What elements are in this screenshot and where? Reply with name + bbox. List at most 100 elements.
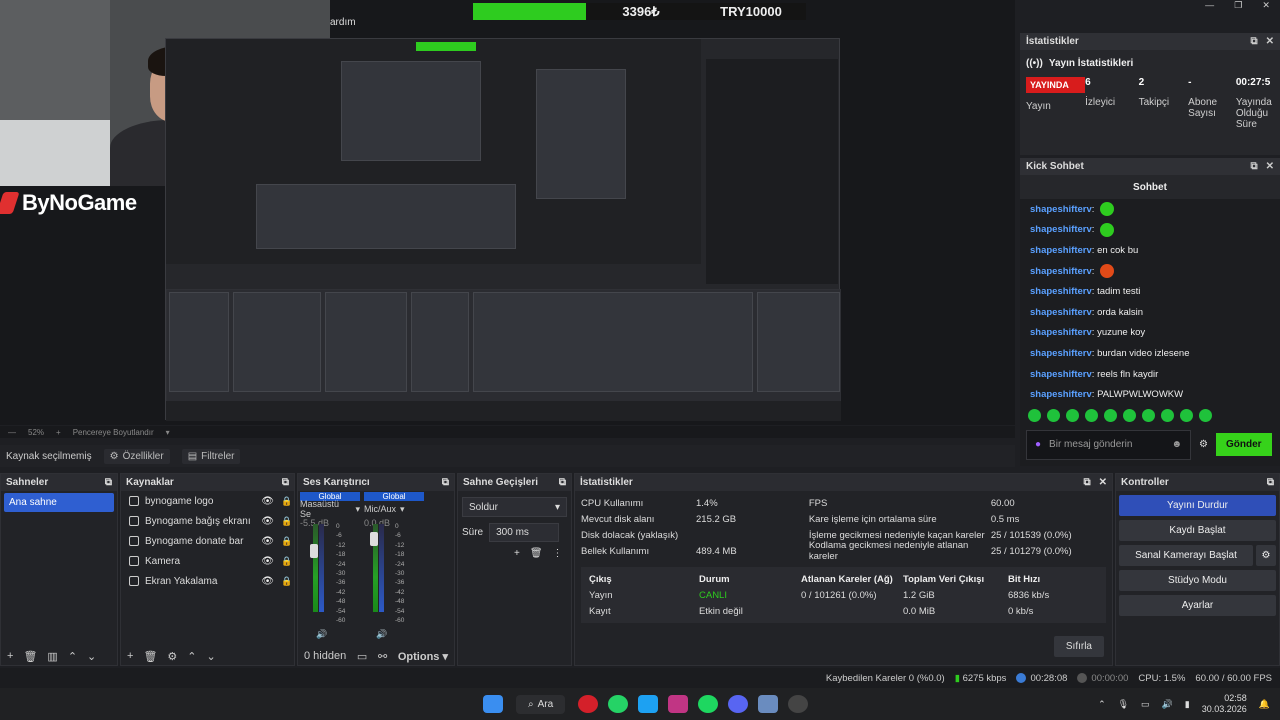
mixer-channel-desktop[interactable]: Global Masaüstü Se ▾ -5.5 dB [300,492,360,632]
virtual-cam-button[interactable]: Sanal Kamerayı Başlat [1119,545,1253,566]
chevron-up-icon[interactable]: ⌃ [1098,699,1106,710]
source-item[interactable]: Ekran Yakalama 👁 🔒 [121,571,294,591]
monitor-icon[interactable]: ▭ [1141,699,1150,710]
undock-icon[interactable]: ⧉ [282,477,289,488]
obs-icon[interactable] [788,695,809,713]
undock-icon[interactable]: ⧉ [1250,161,1257,172]
mic-icon[interactable]: 🎙 [1118,699,1129,710]
close-icon[interactable]: ✕ [1266,36,1274,47]
zoom-level[interactable]: 52% [28,428,44,437]
hidden-count[interactable]: 0 hidden [304,650,346,662]
volume-fader[interactable] [370,532,378,546]
filters-button[interactable]: ▤ Filtreler [181,448,241,464]
layout-icon[interactable]: ▭ [357,650,367,663]
source-item[interactable]: Bynogame bağış ekranı 👁 🔒 [121,511,294,531]
twitter-icon[interactable] [638,695,659,713]
duration-input[interactable]: 300 ms [489,523,560,542]
volume-fader[interactable] [310,544,318,558]
instagram-icon[interactable] [668,695,689,713]
spotify-icon[interactable] [698,695,719,713]
studio-mode-button[interactable]: Stüdyo Modu [1119,570,1276,591]
dock-title: Ses Karıştırıcı [303,477,370,488]
close-window-icon[interactable]: ✕ [1262,0,1270,14]
stream-preview[interactable]: ardım ByNoGame 3396₺ TRY10000 [0,0,1015,425]
scene-item-ana-sahne[interactable]: Ana sahne [4,493,114,512]
move-down-icon[interactable]: ⌄ [87,650,96,663]
clock[interactable]: 02:58 30.03.2026 [1202,693,1247,715]
maximize-icon[interactable]: ❐ [1234,0,1242,14]
emoji-icon[interactable]: ☻ [1171,439,1182,450]
add-icon[interactable]: + [514,548,520,559]
move-up-icon[interactable]: ⌃ [187,650,196,663]
undock-icon[interactable]: ⧉ [559,477,566,488]
transitions-dock: Sahne Geçişleri ⧉ Soldur ▾ Süre 300 ms + 🗑 ⋮ [457,473,572,666]
undock-icon[interactable]: ⧉ [1083,477,1090,488]
eye-icon[interactable]: 👁 [261,496,274,507]
settings-button[interactable]: Ayarlar [1119,595,1276,616]
opera-icon[interactable] [578,695,599,713]
chat-input[interactable]: ● Bir mesaj gönderin ☻ [1026,429,1191,460]
stop-stream-button[interactable]: Yayını Durdur [1119,495,1276,516]
trash-icon[interactable]: 🗑 [23,650,37,663]
eye-icon[interactable]: 👁 [261,556,274,567]
minimize-icon[interactable]: — [1205,0,1214,14]
link-icon[interactable]: ⚯ [378,650,387,663]
whatsapp-icon[interactable] [608,695,629,713]
emote-icon [1100,222,1115,237]
windows-start-icon[interactable] [483,695,503,713]
discord-icon[interactable] [728,695,749,713]
trash-icon[interactable]: 🗑 [143,650,157,663]
source-item[interactable]: Kamera 👁 🔒 [121,551,294,571]
source-item[interactable]: Bynogame donate bar 👁 🔒 [121,531,294,551]
filter-icon[interactable]: ▥ [47,650,57,663]
emote-bar[interactable] [1020,405,1280,426]
speaker-icon[interactable]: 🔊 [376,629,387,640]
duration-label: Süre [462,527,484,538]
properties-button[interactable]: ⚙ Özellikler [103,448,170,464]
speaker-icon[interactable]: 🔊 [316,629,327,640]
more-icon[interactable]: ⋮ [553,548,563,559]
notification-icon[interactable]: 🔔 [1259,699,1270,710]
close-icon[interactable]: ✕ [1266,161,1274,172]
fit-to-window[interactable]: Pencereye Boyutlandır [73,428,154,437]
close-icon[interactable]: ✕ [1099,477,1107,488]
add-icon[interactable]: + [127,650,133,662]
source-item[interactable]: bynogame logo 👁 🔒 [121,491,294,511]
speaker-icon[interactable]: 🔊 [1162,699,1173,710]
mic-icon[interactable]: ● [1035,439,1041,450]
panel-title: Kick Sohbet [1026,161,1084,172]
move-down-icon[interactable]: ⌄ [207,650,216,663]
eye-icon[interactable]: 👁 [261,536,274,547]
lock-icon[interactable]: 🔒 [280,496,294,507]
chat-message-list[interactable]: shapeshifterv: shapeshifterv: shapeshift… [1020,199,1280,405]
undock-icon[interactable]: ⧉ [1267,477,1274,488]
trash-icon[interactable]: 🗑 [530,548,543,559]
eye-icon[interactable]: 👁 [261,576,274,587]
options-button[interactable]: Options ▾ [398,650,448,663]
lock-icon[interactable]: 🔒 [280,516,294,527]
lock-icon[interactable]: 🔒 [280,556,294,567]
undock-icon[interactable]: ⧉ [1250,36,1257,47]
scale-tick: -24 [395,560,405,568]
send-button[interactable]: Gönder [1215,433,1272,457]
transition-select[interactable]: Soldur ▾ [462,497,567,517]
table-header: Toplam Veri Çıkışı [903,573,985,585]
undock-icon[interactable]: ⧉ [105,477,112,488]
table-header: Durum [699,573,730,585]
battery-icon[interactable]: ▮ [1185,699,1190,710]
lock-icon[interactable]: 🔒 [280,576,294,587]
search-box[interactable]: ⌕ Ara [516,694,566,714]
eye-icon[interactable]: 👁 [261,516,274,527]
app-icon[interactable] [758,695,779,713]
gear-icon[interactable]: ⚙ [167,650,177,663]
settings-gear-icon[interactable]: ⚙ [1199,439,1208,450]
lock-icon[interactable]: 🔒 [280,536,294,547]
reset-button[interactable]: Sıfırla [1053,636,1104,657]
start-record-button[interactable]: Kaydı Başlat [1119,520,1276,541]
undock-icon[interactable]: ⧉ [442,477,449,488]
move-up-icon[interactable]: ⌃ [68,650,77,663]
add-icon[interactable]: + [7,650,13,662]
chat-message: shapeshifterv: orda kalsin [1030,306,1144,318]
chat-message: shapeshifterv: reels fln kaydir [1030,368,1159,380]
gear-icon[interactable]: ⚙ [1256,545,1276,566]
